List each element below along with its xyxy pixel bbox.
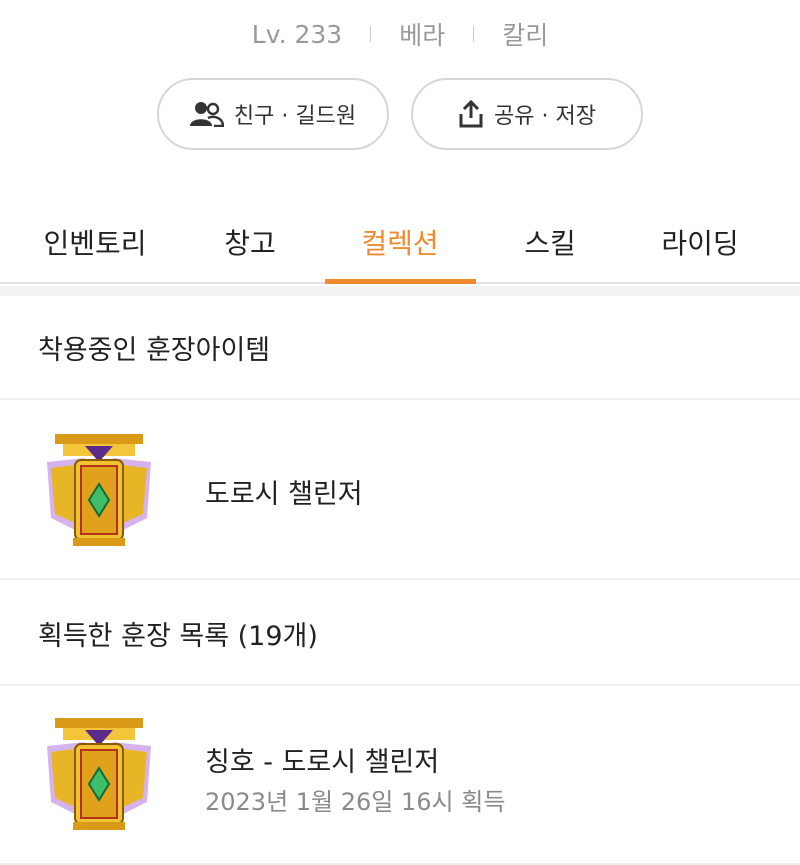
people-icon [189,101,224,127]
job-text: 칼리 [502,21,549,50]
section-divider [0,286,800,296]
tab-riding[interactable]: 라이딩 [625,198,775,284]
action-buttons: 친구 · 길드원 공유 · 저장 [0,78,800,150]
tab-inventory[interactable]: 인벤토리 [20,198,170,284]
profile-meta: Lv. 233 베라 칼리 [0,14,800,54]
level-text: Lv. 233 [251,19,343,49]
medal-icon [45,434,153,546]
tab-storage[interactable]: 창고 [175,198,325,284]
list-item[interactable]: 칭호 - 도로시 챌린저 2023년 1월 26일 16시 획득 [0,688,800,865]
share-save-button[interactable]: 공유 · 저장 [411,78,643,150]
equipped-medal-row[interactable]: 도로시 챌린저 [0,402,800,580]
medal-acquired-date: 2023년 1월 26일 16시 획득 [205,788,506,816]
equipped-medal-name: 도로시 챌린저 [205,479,363,510]
acquired-medals-header: 획득한 훈장 목록 (19개) [0,582,800,686]
tab-skill[interactable]: 스킬 [475,198,625,284]
medal-icon [45,718,153,830]
tab-bar: 인벤토리 창고 컬렉션 스킬 라이딩 [0,198,800,284]
divider [473,26,475,42]
share-icon [458,100,484,128]
friends-guild-label: 친구 · 길드원 [233,104,357,129]
share-save-label: 공유 · 저장 [494,104,596,129]
tab-collection[interactable]: 컬렉션 [325,198,475,284]
equipped-medal-header: 착용중인 훈장아이템 [0,296,800,400]
medal-title: 칭호 - 도로시 챌린저 [205,747,440,778]
world-text: 베라 [399,21,446,50]
active-tab-indicator [325,279,476,284]
friends-guild-button[interactable]: 친구 · 길드원 [157,78,389,150]
divider [370,26,372,42]
